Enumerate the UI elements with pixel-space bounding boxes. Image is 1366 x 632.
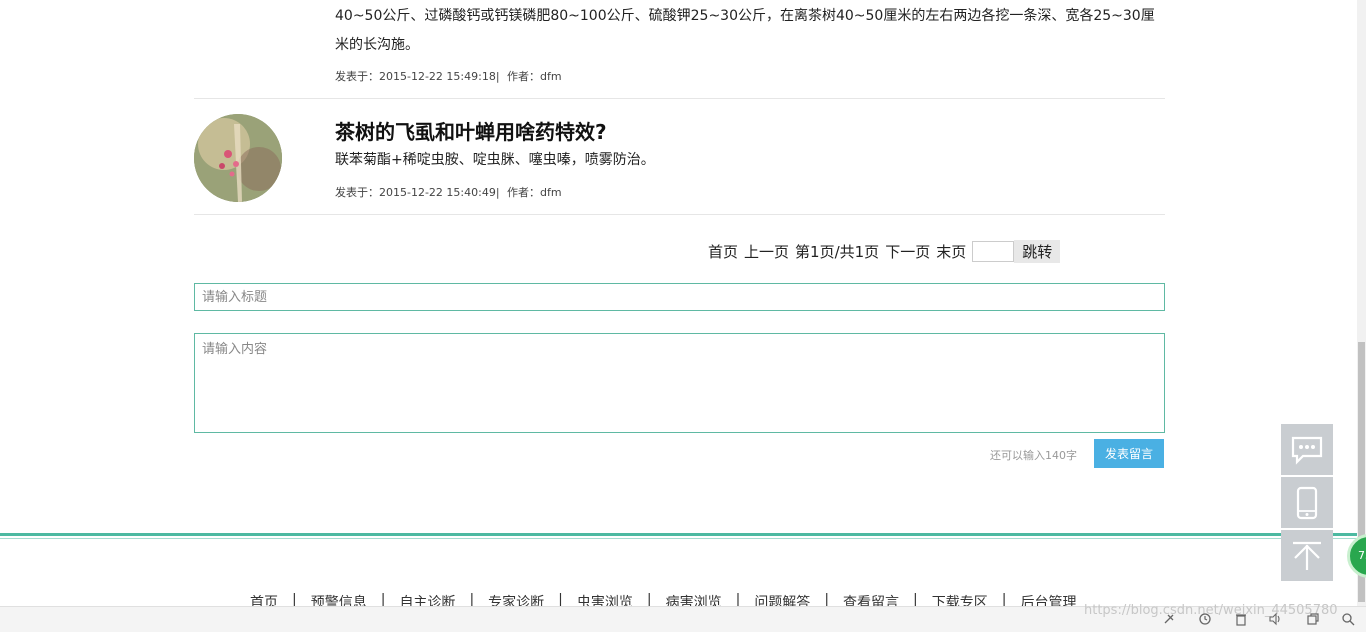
- pager-prev-link[interactable]: 上一页: [744, 241, 789, 262]
- footer-divider: [0, 533, 1357, 536]
- pager-next-link[interactable]: 下一页: [885, 241, 930, 262]
- char-counter: 还可以输入140字: [990, 449, 1077, 462]
- back-to-top-icon: [1293, 541, 1321, 570]
- trash-icon[interactable]: [1234, 612, 1248, 626]
- message-title-input[interactable]: [194, 283, 1165, 311]
- post-thumbnail[interactable]: [194, 114, 282, 202]
- post-divider: [194, 214, 1165, 215]
- chat-icon: [1291, 436, 1323, 465]
- speaker-icon[interactable]: [1268, 612, 1282, 626]
- window-icon[interactable]: [1306, 612, 1320, 626]
- post-author: 作者：dfm: [507, 186, 562, 199]
- side-toolbar: [1281, 424, 1333, 583]
- pin-icon[interactable]: [1162, 612, 1176, 626]
- post-meta: 发表于：2015-12-22 15:40:49| 作者：dfm: [335, 184, 566, 200]
- notification-badge[interactable]: 73: [1347, 534, 1366, 578]
- post-author: 作者：dfm: [507, 70, 562, 83]
- footer-divider-thin: [0, 538, 1357, 539]
- pager-go-button[interactable]: 跳转: [1014, 240, 1061, 263]
- mobile-button[interactable]: [1281, 477, 1333, 528]
- chat-button[interactable]: [1281, 424, 1333, 475]
- pager-first-link[interactable]: 首页: [708, 241, 738, 262]
- thumbnail-image: [194, 114, 282, 202]
- post-divider: [194, 98, 1165, 99]
- pager-page-input[interactable]: [972, 241, 1015, 262]
- mobile-icon: [1296, 486, 1318, 519]
- post-title[interactable]: 茶树的飞虱和叶蝉用啥药特效?: [335, 116, 607, 145]
- submit-message-button[interactable]: 发表留言: [1094, 439, 1164, 468]
- post-excerpt: 联苯菊酯+稀啶虫胺、啶虫脒、噻虫嗪，喷雾防治。: [335, 152, 655, 168]
- refresh-icon[interactable]: [1198, 612, 1212, 626]
- back-to-top-button[interactable]: [1281, 530, 1333, 581]
- message-content-input[interactable]: [194, 333, 1165, 433]
- pager-info: 第1页/共1页: [795, 243, 880, 261]
- pager-last-link[interactable]: 末页: [936, 241, 966, 262]
- post-date: 发表于：2015-12-22 15:49:18|: [335, 70, 500, 83]
- post-excerpt: 40~50公斤、过磷酸钙或钙镁磷肥80~100公斤、硫酸钾25~30公斤，在离茶…: [335, 8, 1155, 53]
- search-icon[interactable]: [1341, 612, 1355, 626]
- post-meta: 发表于：2015-12-22 15:49:18| 作者：dfm: [335, 68, 566, 84]
- pagination: 首页 上一页 第1页/共1页 下一页 末页 跳转: [708, 240, 1061, 263]
- browser-statusbar: https://blog.csdn.net/weixin_44505780: [0, 603, 1366, 632]
- post-date: 发表于：2015-12-22 15:40:49|: [335, 186, 500, 199]
